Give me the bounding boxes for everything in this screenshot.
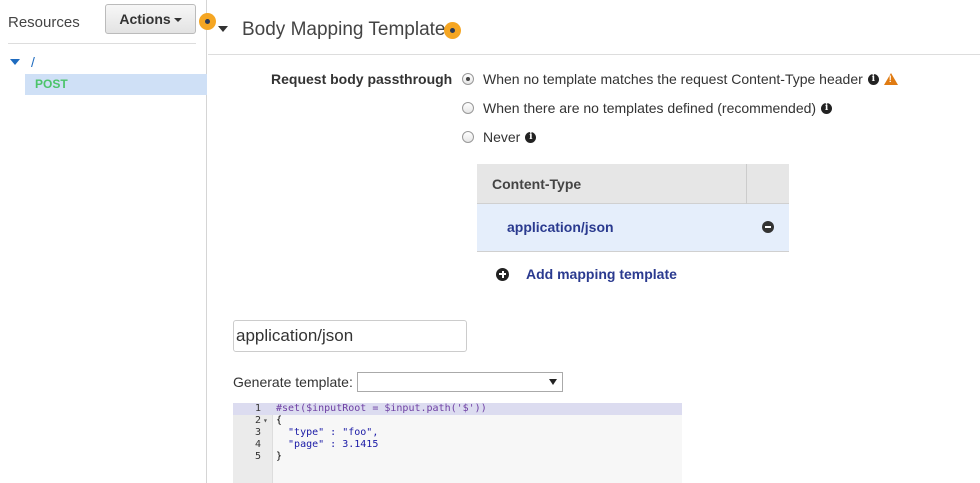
generate-template-select[interactable] (357, 372, 563, 392)
table-row[interactable]: application/json (477, 204, 789, 252)
tree-root-node[interactable]: / (10, 54, 35, 70)
code-line: "page" : 3.1415 (276, 439, 379, 450)
line-number: 3 (254, 427, 261, 438)
warning-icon[interactable] (883, 73, 898, 85)
radio-label[interactable]: When no template matches the request Con… (483, 71, 863, 87)
expand-triangle-icon[interactable] (10, 59, 20, 65)
actions-button-label: Actions (119, 11, 171, 27)
sidebar-divider (8, 43, 196, 44)
passthrough-option-when-no-match[interactable]: When no template matches the request Con… (462, 70, 898, 88)
orange-help-dot-icon[interactable] (199, 13, 216, 30)
tree-root-label[interactable]: / (31, 54, 35, 70)
actions-button[interactable]: Actions (105, 4, 196, 34)
line-number: 5 (254, 451, 261, 462)
passthrough-option-no-templates[interactable]: When there are no templates defined (rec… (462, 99, 833, 117)
line-number: 4 (254, 439, 261, 450)
passthrough-label: Request body passthrough (271, 71, 453, 87)
line-number: 1 (254, 403, 261, 414)
generate-template-label: Generate template: (233, 374, 353, 390)
column-divider (746, 164, 747, 204)
method-label[interactable]: POST (35, 77, 68, 91)
section-title[interactable]: Body Mapping Templates (242, 19, 455, 41)
mapping-template-editor[interactable]: 1 2 ▾ 3 4 5 #set($inputRoot = $input.pat… (233, 403, 682, 483)
sidebar-header: Resources Actions (0, 0, 207, 44)
info-icon[interactable]: i (525, 131, 537, 143)
radio-no-templates[interactable] (462, 102, 474, 114)
add-mapping-template-button[interactable]: Add mapping template (496, 266, 677, 282)
info-icon[interactable]: i (821, 102, 833, 114)
column-header-content-type: Content-Type (492, 176, 582, 192)
section-divider (208, 54, 980, 55)
add-icon[interactable] (496, 267, 509, 281)
line-number: 2 (254, 415, 261, 426)
resources-sidebar: Resources Actions / POST (0, 0, 207, 483)
fold-arrow-icon[interactable]: ▾ (263, 415, 271, 427)
radio-never[interactable] (462, 131, 474, 143)
sidebar-title: Resources (8, 14, 80, 31)
table-header: Content-Type (477, 164, 789, 204)
code-line: { (276, 415, 283, 426)
info-icon[interactable]: i (867, 73, 879, 85)
radio-label[interactable]: When there are no templates defined (rec… (483, 100, 816, 116)
content-type-link[interactable]: application/json (507, 219, 614, 235)
code-line: "type" : "foo", (276, 427, 379, 438)
add-mapping-template-label[interactable]: Add mapping template (526, 266, 677, 282)
select-arrow-icon (549, 379, 557, 385)
code-line: #set($inputRoot = $input.path('$')) (276, 403, 487, 414)
content-type-table: Content-Type application/json (477, 164, 789, 252)
passthrough-option-never[interactable]: Never i (462, 128, 537, 146)
remove-icon[interactable] (762, 221, 774, 233)
radio-label[interactable]: Never (483, 129, 520, 145)
orange-help-dot-icon[interactable] (444, 22, 461, 39)
content-type-input[interactable] (233, 320, 467, 352)
tree-method-post[interactable]: POST (25, 74, 207, 95)
code-line: } (276, 451, 283, 462)
caret-down-icon (173, 18, 182, 23)
section-collapse-icon[interactable] (218, 26, 228, 32)
radio-when-no-match[interactable] (462, 73, 474, 85)
